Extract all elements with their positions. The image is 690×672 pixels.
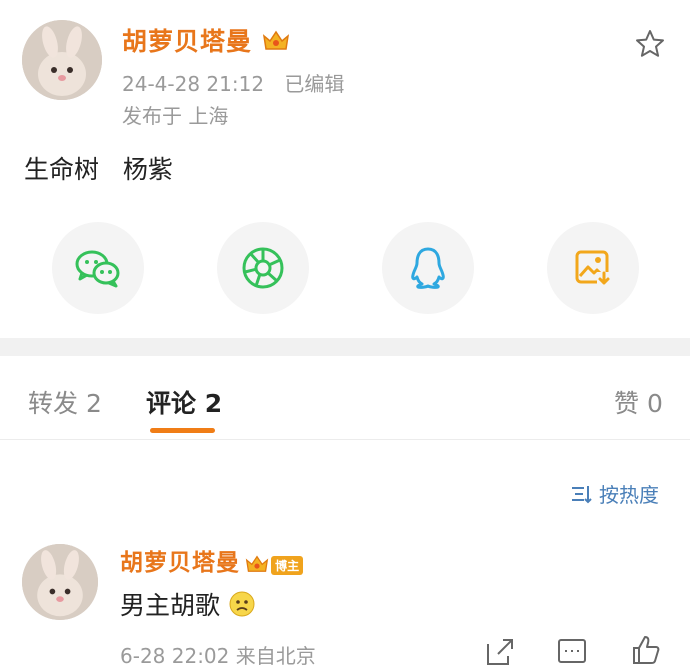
section-divider (0, 338, 690, 356)
post-location: 发布于 上海 (122, 104, 229, 128)
commenter-name[interactable]: 胡萝贝塔曼 (120, 550, 240, 576)
tab-comments[interactable]: 评论 2 (146, 384, 222, 420)
reply-comment-icon[interactable] (556, 636, 588, 672)
sort-label: 按热度 (599, 483, 659, 507)
post-timestamp: 24-4-28 21:12 (122, 72, 265, 96)
sort-by-hot-button[interactable]: 按热度 (571, 479, 659, 508)
like-comment-icon[interactable] (630, 634, 662, 670)
blogger-badge: 博主 (271, 556, 304, 575)
save-image-icon (575, 250, 611, 286)
save-image-button[interactable] (547, 222, 639, 314)
active-tab-indicator (150, 428, 215, 433)
qq-icon (411, 247, 445, 289)
edited-label[interactable]: 已编辑 (284, 72, 344, 96)
commenter-avatar[interactable] (22, 544, 98, 620)
wechat-icon (75, 250, 120, 288)
comment-text: 男主胡歌 (120, 591, 221, 620)
share-comment-icon[interactable] (484, 636, 516, 672)
crown-icon (262, 28, 290, 58)
tab-repost[interactable]: 转发 2 (28, 384, 102, 420)
author-avatar[interactable] (22, 20, 102, 100)
tab-likes[interactable]: 赞 0 (614, 384, 663, 420)
crown-icon (245, 553, 269, 578)
author-name[interactable]: 胡萝贝塔曼 (122, 27, 252, 56)
moments-icon (242, 247, 284, 289)
favorite-star-icon[interactable] (634, 28, 666, 64)
post-text: 生命树 杨紫 (24, 155, 173, 184)
share-wechat-button[interactable] (52, 222, 144, 314)
comment-timestamp: 6-28 22:02 来自北京 (120, 644, 316, 668)
worried-emoji-icon (228, 590, 256, 624)
share-qq-button[interactable] (382, 222, 474, 314)
tabs-divider (0, 439, 690, 440)
share-moments-button[interactable] (217, 222, 309, 314)
sort-icon (572, 485, 592, 503)
